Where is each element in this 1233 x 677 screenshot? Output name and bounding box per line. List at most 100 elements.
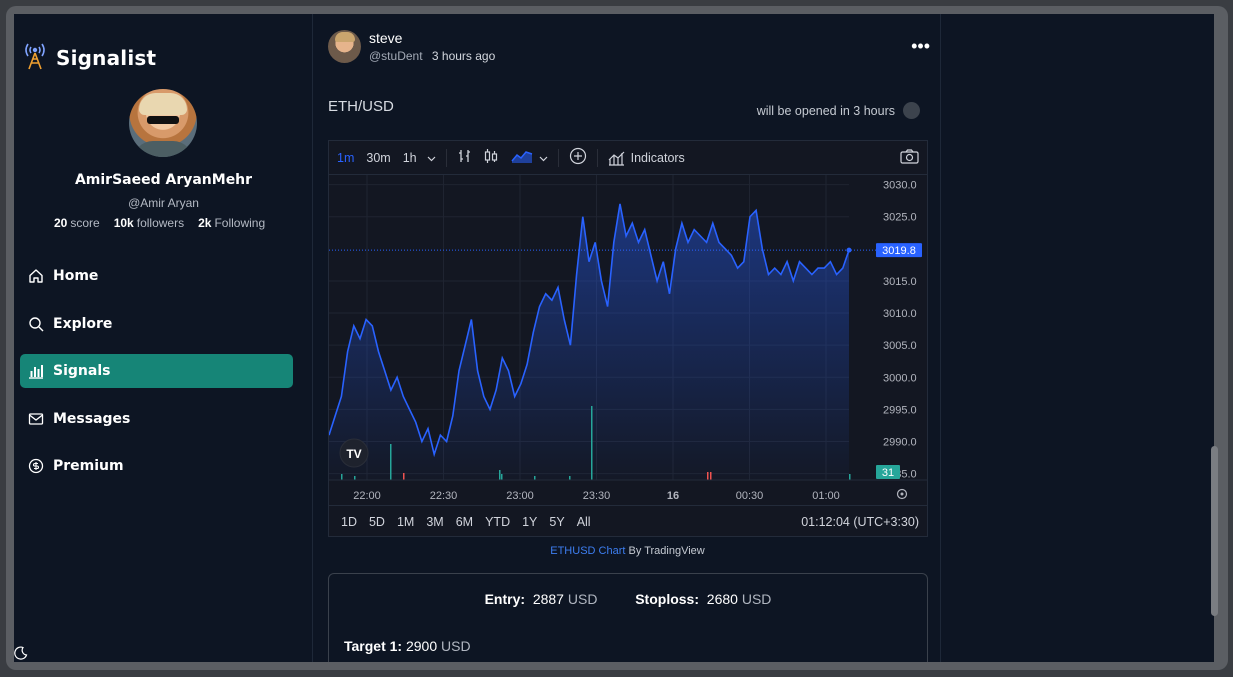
timeframe-1h[interactable]: 1h xyxy=(403,151,417,165)
mail-icon xyxy=(28,412,44,425)
app: Signalist AmirSaeed AryanMehr @Amir Arya… xyxy=(14,14,1214,662)
profile-avatar[interactable] xyxy=(129,89,197,157)
nav-item-label: Explore xyxy=(53,315,113,332)
antenna-logo-icon xyxy=(24,40,46,75)
stoploss-label: Stoploss: xyxy=(635,591,699,607)
nav-item-label: Signals xyxy=(53,363,111,379)
range-5y[interactable]: 5Y xyxy=(549,515,564,529)
signal-levels: Entry: 2887 USD Stoploss: 2680 USD xyxy=(329,591,927,607)
nav-item-signals[interactable]: Signals xyxy=(20,354,293,388)
range-ytd[interactable]: YTD xyxy=(485,515,510,529)
volume-bar xyxy=(707,472,709,480)
volume-bar xyxy=(534,476,536,480)
volume-bar xyxy=(499,470,501,480)
post-time: 3 hours ago xyxy=(431,49,496,63)
range-1d[interactable]: 1D xyxy=(341,515,357,529)
volume-bar xyxy=(849,474,851,480)
compare-add-icon[interactable] xyxy=(569,147,587,168)
y-tick-label: 2995.0 xyxy=(883,404,917,416)
stat-following[interactable]: 2k Following xyxy=(198,216,265,230)
stoploss-unit: USD xyxy=(741,591,772,607)
nav-item-explore[interactable]: Explore xyxy=(20,307,293,341)
last-price-point xyxy=(846,247,852,253)
profile-stats: 20 score 10k followers 2k Following xyxy=(54,216,265,230)
chevron-down-icon[interactable] xyxy=(539,151,548,165)
post-header: steve @stuDent 3 hours ago xyxy=(328,30,495,63)
author-handle[interactable]: @stuDent xyxy=(369,49,423,63)
indicators-label: Indicators xyxy=(630,150,685,165)
volume-bar xyxy=(710,472,712,480)
y-tick-label: 3010.0 xyxy=(883,308,917,320)
volume-bar xyxy=(591,406,593,480)
volume-bar xyxy=(354,476,356,480)
bars-style-icon[interactable] xyxy=(457,148,473,167)
y-tick-label: 3030.0 xyxy=(883,180,917,192)
x-tick-label: 01:00 xyxy=(812,490,840,502)
target-unit: USD xyxy=(441,638,471,654)
signal-card: Entry: 2887 USD Stoploss: 2680 USD Targe… xyxy=(328,573,928,662)
x-tick-label: 23:00 xyxy=(506,490,534,502)
author-avatar[interactable] xyxy=(328,30,361,63)
target-value: 2900 xyxy=(405,638,438,654)
target-label: Target 1: xyxy=(344,638,403,654)
chart-link[interactable]: ETHUSD Chart xyxy=(550,545,625,557)
volume-label: 31 xyxy=(882,467,894,479)
y-tick-label: 3025.0 xyxy=(883,212,917,224)
volume-bar xyxy=(569,476,571,480)
entry-value: 2887 xyxy=(532,591,564,607)
status-dot xyxy=(903,102,920,119)
range-bar: 1D 5D 1M 3M 6M YTD 1Y 5Y All 01:12:04 (U… xyxy=(329,505,927,537)
price-area xyxy=(329,203,849,480)
timeframe-1m[interactable]: 1m xyxy=(337,151,354,165)
range-6m[interactable]: 6M xyxy=(456,515,473,529)
y-tick-label: 3015.0 xyxy=(883,276,917,288)
volume-bar xyxy=(390,444,392,480)
bar-chart-icon xyxy=(29,365,43,379)
last-price-label: 3019.8 xyxy=(882,245,916,257)
x-tick-label: 22:30 xyxy=(430,490,458,502)
author-name[interactable]: steve xyxy=(369,30,495,46)
open-note-text: will be opened in 3 hours xyxy=(756,103,895,118)
timeframe-30m[interactable]: 30m xyxy=(366,151,390,165)
brand-name: Signalist xyxy=(56,45,157,70)
x-tick-label: 22:00 xyxy=(353,490,381,502)
camera-icon[interactable] xyxy=(900,149,919,167)
chevron-down-icon[interactable] xyxy=(427,151,436,165)
nav-item-label: Premium xyxy=(53,458,124,474)
x-tick-label: 23:30 xyxy=(583,490,611,502)
page-scrollbar[interactable] xyxy=(1211,446,1218,616)
brand[interactable]: Signalist xyxy=(24,40,156,75)
range-3m[interactable]: 3M xyxy=(426,515,443,529)
open-status: will be opened in 3 hours xyxy=(757,102,920,119)
x-tick-label: 00:30 xyxy=(736,490,764,502)
coin-icon xyxy=(28,458,44,474)
credit-suffix: By TradingView xyxy=(625,545,705,557)
nav-item-messages[interactable]: Messages xyxy=(20,402,293,436)
settings-icon-center xyxy=(900,492,904,496)
indicators-button[interactable]: Indicators xyxy=(608,150,685,166)
nav-item-label: Home xyxy=(53,268,99,284)
range-1y[interactable]: 1Y xyxy=(522,515,537,529)
nav-item-label: Messages xyxy=(53,410,131,427)
more-options-icon[interactable]: ••• xyxy=(911,37,930,55)
nav-item-home[interactable]: Home xyxy=(20,259,293,293)
price-chart[interactable]: 3030.0 3025.0 3015.0 3010.0 3005.0 3000.0 2995… xyxy=(329,175,927,505)
area-style-icon[interactable] xyxy=(511,148,533,167)
stoploss-value: 2680 xyxy=(706,591,738,607)
range-1m[interactable]: 1M xyxy=(397,515,414,529)
post-column: steve @stuDent 3 hours ago ••• ETH/USD w… xyxy=(314,14,941,662)
chart-toolbar: 1m 30m 1h Indicators xyxy=(329,141,927,175)
browser-window: Signalist AmirSaeed AryanMehr @Amir Arya… xyxy=(6,6,1228,670)
moon-icon[interactable] xyxy=(14,646,28,660)
pair-title: ETH/USD xyxy=(328,98,394,115)
candles-style-icon[interactable] xyxy=(483,148,499,167)
stat-followers[interactable]: 10k followers xyxy=(114,216,184,230)
range-all[interactable]: All xyxy=(577,515,591,529)
main-nav: Home Explore Signals Messages Premium xyxy=(20,259,293,497)
search-icon xyxy=(29,316,44,331)
entry-unit: USD xyxy=(567,591,598,607)
nav-item-premium[interactable]: Premium xyxy=(20,449,293,483)
chart-clock[interactable]: 01:12:04 (UTC+3:30) xyxy=(801,515,919,529)
y-tick-label: 2990.0 xyxy=(883,436,917,448)
range-5d[interactable]: 5D xyxy=(369,515,385,529)
